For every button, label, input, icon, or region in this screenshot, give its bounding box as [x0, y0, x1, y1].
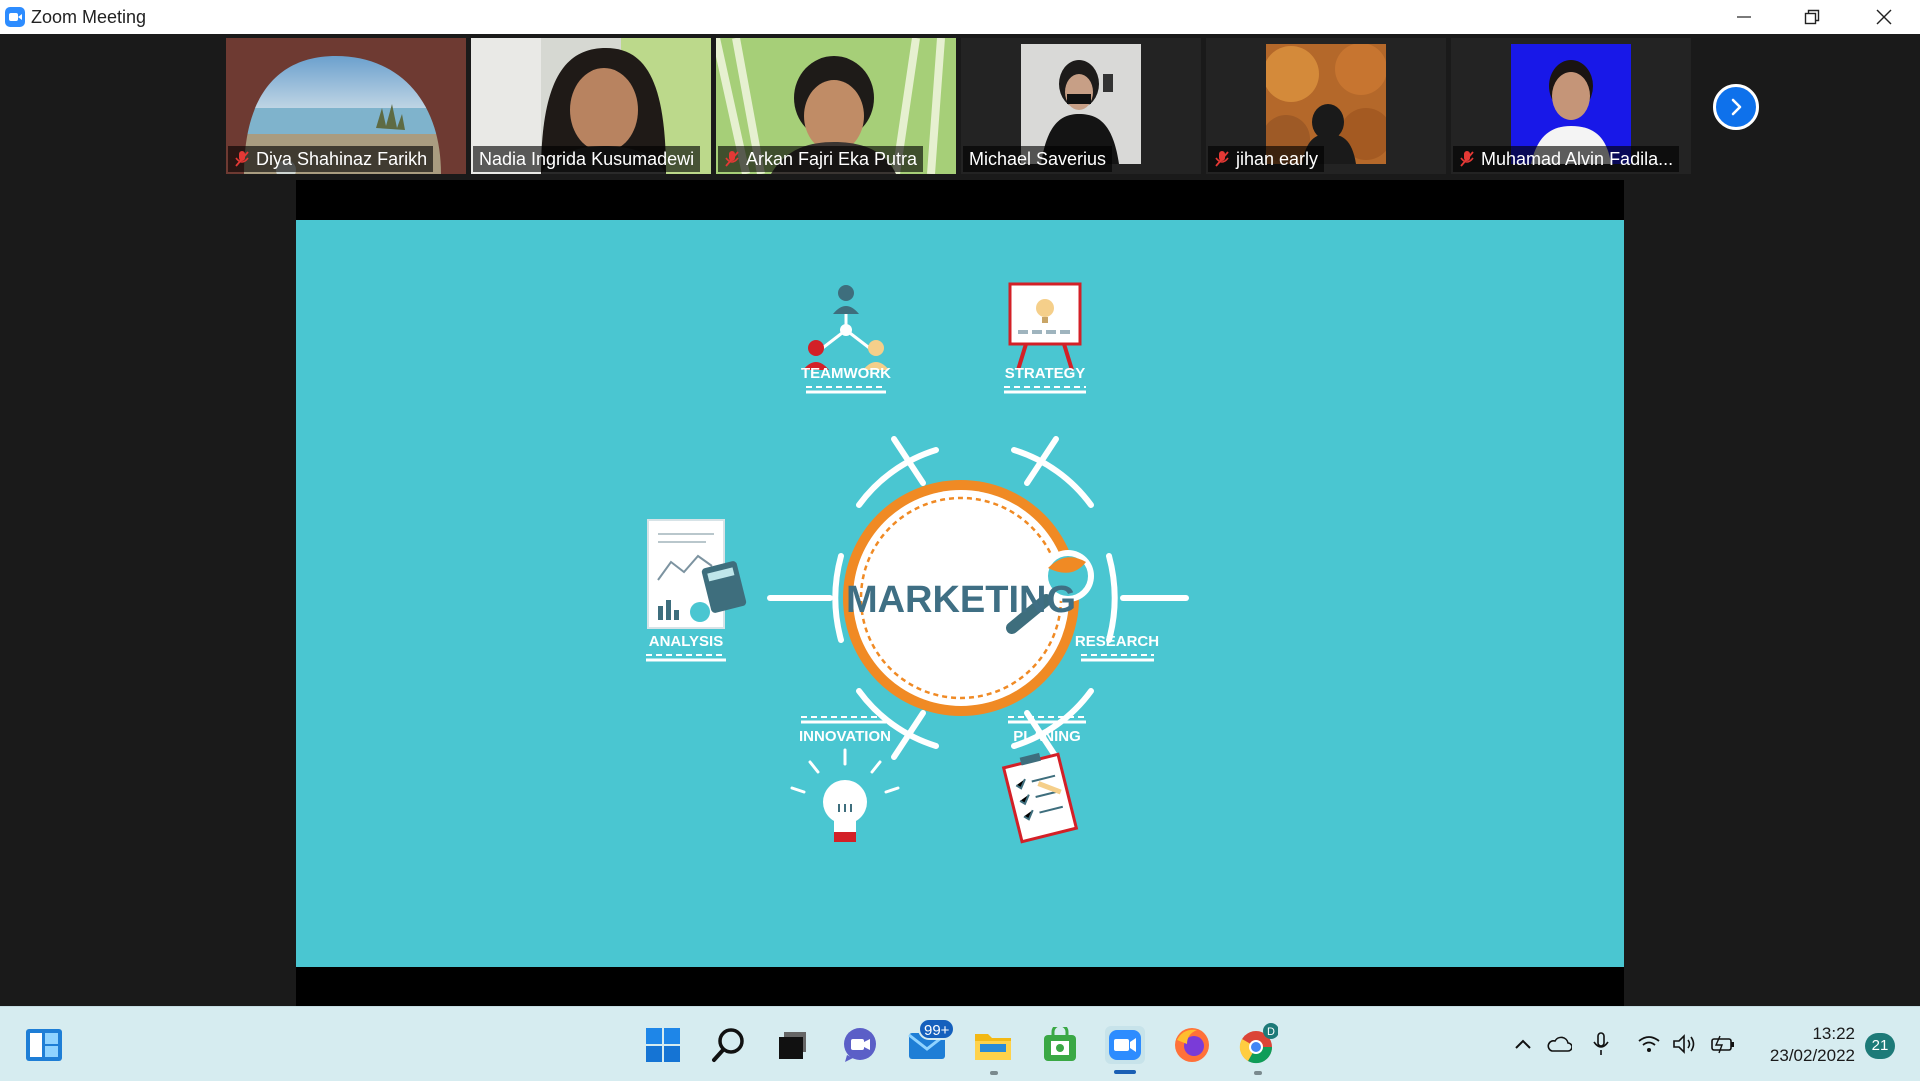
participant-name-tag: jihan early [1208, 146, 1325, 172]
participant-tile[interactable]: Arkan Fajri Eka Putra [716, 38, 956, 174]
muted-microphone-icon [1215, 151, 1229, 167]
node-label-planing: PLANING [1013, 728, 1081, 745]
participant-name: Michael Saverius [969, 149, 1107, 169]
restore-button[interactable] [1778, 0, 1846, 34]
search-icon [712, 1028, 744, 1062]
participant-name: Muhamad Alvin Fadila... [1481, 149, 1674, 169]
file-explorer-button[interactable] [973, 1025, 1013, 1065]
checklist-clipboard-icon [1001, 752, 1079, 844]
volume-button[interactable] [1672, 1031, 1698, 1057]
onedrive-button[interactable] [1546, 1031, 1572, 1057]
mail-unread-badge: 99+ [918, 1018, 956, 1040]
search-button[interactable] [709, 1025, 749, 1065]
start-button[interactable] [643, 1025, 683, 1065]
close-icon [1876, 9, 1892, 25]
clock-time: 13:22 [1812, 1024, 1855, 1043]
chrome-button[interactable]: D [1238, 1023, 1278, 1065]
marketing-diagram: TEAMWORK STRATEGY ANALYSIS RESEARCH INNO… [646, 282, 1189, 844]
title-bar: Zoom Meeting [0, 0, 1920, 34]
file-explorer-running-indicator [990, 1071, 998, 1075]
battery-button[interactable] [1710, 1031, 1736, 1057]
participant-name-tag: Michael Saverius [963, 146, 1113, 172]
participant-tile[interactable]: Muhamad Alvin Fadila... [1451, 38, 1691, 174]
chat-icon [844, 1028, 876, 1062]
microphone-button[interactable] [1588, 1031, 1614, 1057]
muted-microphone-icon [725, 151, 739, 167]
participant-tile[interactable]: Michael Saverius [961, 38, 1201, 174]
minimize-button[interactable] [1710, 0, 1778, 34]
windows-taskbar: D 13:22 23/02/2022 21 [0, 1006, 1920, 1081]
participant-name-tag: Nadia Ingrida Kusumadewi [473, 146, 701, 172]
participant-name-tag: Diya Shahinaz Farikh [228, 146, 434, 172]
minimize-icon [1737, 16, 1751, 18]
store-icon [1044, 1027, 1076, 1061]
windows-start-icon [646, 1028, 680, 1062]
volume-icon [1673, 1034, 1695, 1054]
shared-screen: TEAMWORK STRATEGY ANALYSIS RESEARCH INNO… [296, 180, 1624, 1006]
firefox-icon [1175, 1028, 1209, 1062]
clock-date: 23/02/2022 [1769, 1046, 1855, 1065]
node-label-innovation: INNOVATION [799, 728, 891, 745]
participant-name: Nadia Ingrida Kusumadewi [479, 149, 695, 169]
close-button[interactable] [1850, 0, 1918, 34]
muted-microphone-icon [1460, 151, 1474, 167]
participant-name: Diya Shahinaz Farikh [256, 149, 428, 169]
zoom-icon [1105, 1026, 1145, 1064]
report-calculator-icon [647, 519, 747, 629]
zoom-app-icon [5, 7, 25, 27]
participant-tile-active-speaker[interactable]: Nadia Ingrida Kusumadewi [471, 38, 711, 174]
battery-icon [1711, 1035, 1734, 1054]
shared-screen-area: TEAMWORK STRATEGY ANALYSIS RESEARCH INNO… [0, 180, 1920, 1006]
participant-name-tag: Arkan Fajri Eka Putra [718, 146, 924, 172]
participant-tile[interactable]: Diya Shahinaz Farikh [226, 38, 466, 174]
task-view-button[interactable] [773, 1025, 813, 1065]
notification-count-badge[interactable]: 21 [1865, 1033, 1895, 1059]
participant-name: jihan early [1236, 149, 1319, 169]
presentation-board-icon [1008, 282, 1082, 371]
chevron-up-icon [1515, 1039, 1531, 1049]
wifi-button[interactable] [1636, 1031, 1662, 1057]
presentation-slide: TEAMWORK STRATEGY ANALYSIS RESEARCH INNO… [296, 220, 1624, 967]
chrome-icon: D [1239, 1023, 1278, 1064]
widgets-button[interactable] [24, 1025, 64, 1065]
store-button[interactable] [1040, 1025, 1080, 1065]
firefox-button[interactable] [1172, 1025, 1212, 1065]
team-network-icon [803, 285, 889, 370]
microphone-icon [1593, 1032, 1609, 1055]
node-label-strategy: STRATEGY [1005, 365, 1086, 382]
next-page-button[interactable] [1713, 84, 1759, 130]
zoom-app-button[interactable] [1105, 1025, 1145, 1065]
widgets-icon [26, 1029, 62, 1061]
show-hidden-icons-button[interactable] [1510, 1031, 1536, 1057]
participant-tile[interactable]: jihan early [1206, 38, 1446, 174]
lightbulb-icon [790, 748, 900, 842]
participant-name-tag: Muhamad Alvin Fadila... [1453, 146, 1680, 172]
task-view-icon [779, 1032, 806, 1059]
clock[interactable]: 13:22 23/02/2022 [1745, 1023, 1855, 1067]
participant-gallery: Diya Shahinaz Farikh Nadia Ingrida Kusum… [0, 34, 1920, 180]
participant-name: Arkan Fajri Eka Putra [746, 149, 918, 169]
chevron-right-icon [1731, 98, 1742, 116]
wifi-icon [1638, 1036, 1660, 1052]
node-label-research: RESEARCH [1075, 633, 1159, 650]
node-label-analysis: ANALYSIS [649, 633, 723, 650]
chat-button[interactable] [840, 1025, 880, 1065]
muted-microphone-icon [235, 151, 249, 167]
folder-icon [975, 1034, 1011, 1060]
onedrive-icon [1547, 1036, 1572, 1052]
window-title: Zoom Meeting [31, 7, 147, 27]
zoom-active-indicator [1114, 1070, 1136, 1074]
chrome-running-indicator [1254, 1071, 1262, 1075]
restore-icon [1804, 9, 1820, 25]
chrome-profile-letter: D [1267, 1026, 1275, 1038]
center-label: MARKETING [846, 579, 1076, 621]
node-label-teamwork: TEAMWORK [801, 365, 891, 382]
